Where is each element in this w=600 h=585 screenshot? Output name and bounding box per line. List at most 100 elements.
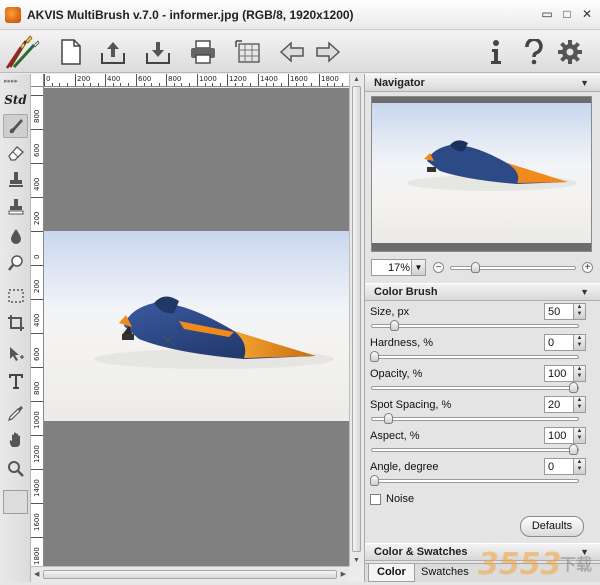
maximize-button[interactable]: □ <box>558 6 576 22</box>
ruler-minor-tick <box>52 83 53 86</box>
param-input[interactable]: 20 ▲ ▼ <box>544 396 586 413</box>
spinner-icon[interactable]: ▲ ▼ <box>573 304 585 319</box>
redo-button[interactable] <box>313 38 343 66</box>
tool-selection[interactable] <box>3 284 28 308</box>
navigator-header[interactable]: Navigator ▼ <box>365 74 600 92</box>
ruler-corner <box>31 74 44 87</box>
zoom-slider-thumb[interactable] <box>471 262 480 273</box>
ruler-label: 1600 <box>290 75 308 83</box>
spinner-icon[interactable]: ▲ ▼ <box>573 459 585 474</box>
noise-checkbox[interactable] <box>370 494 381 505</box>
horizontal-scrollbar[interactable]: ◀ ▶ <box>31 566 349 582</box>
ruler-tick <box>44 74 45 86</box>
tools-grip[interactable]: ▸▸▸▸ <box>4 77 18 85</box>
canvas-size-button[interactable] <box>233 38 263 66</box>
tool-eyedropper[interactable] <box>3 401 28 425</box>
scroll-left-icon[interactable]: ◀ <box>34 570 39 578</box>
param-input[interactable]: 100 ▲ ▼ <box>544 365 586 382</box>
save-file-button[interactable] <box>98 38 128 66</box>
defaults-button[interactable]: Defaults <box>520 516 584 537</box>
param-slider-track[interactable] <box>371 448 579 452</box>
chevron-down-icon[interactable]: ▼ <box>411 260 425 275</box>
param-value: 100 <box>548 368 567 380</box>
open-file-button[interactable] <box>56 38 86 66</box>
undo-button[interactable] <box>277 38 307 66</box>
ruler-minor-tick <box>242 83 243 86</box>
tool-smudge-brush[interactable] <box>3 251 28 275</box>
tab-swatches[interactable]: Swatches <box>413 564 477 582</box>
tool-brush[interactable] <box>3 114 28 138</box>
import-button[interactable] <box>143 38 173 66</box>
zoom-in-button[interactable]: + <box>582 262 593 273</box>
vertical-scrollbar[interactable]: ▲ ▼ <box>349 74 363 566</box>
ruler-tick <box>31 197 43 198</box>
tool-zoom[interactable] <box>3 457 28 481</box>
window-controls: ▭ □ ✕ <box>538 6 596 22</box>
param-input[interactable]: 0 ▲ ▼ <box>544 334 586 351</box>
scroll-up-icon[interactable]: ▲ <box>353 76 360 83</box>
minimize-button[interactable]: ▭ <box>538 6 556 22</box>
ruler-label: 1400 <box>33 479 41 497</box>
zoom-slider-track[interactable] <box>450 266 576 270</box>
tool-clone-stamp[interactable] <box>3 168 28 192</box>
help-button[interactable] <box>519 38 549 66</box>
ruler-tick <box>166 74 167 86</box>
close-button[interactable]: ✕ <box>578 6 596 22</box>
param-slider-thumb[interactable] <box>390 320 399 331</box>
tool-eraser[interactable] <box>3 141 28 165</box>
param-slider-track[interactable] <box>371 324 579 328</box>
param-slider-track[interactable] <box>371 355 579 359</box>
spinner-icon[interactable]: ▲ ▼ <box>573 397 585 412</box>
settings-button[interactable] <box>555 38 585 66</box>
spinner-icon[interactable]: ▲ ▼ <box>573 428 585 443</box>
tab-color[interactable]: Color <box>368 564 415 582</box>
zoom-controls: 17% ▼ − + <box>371 259 595 277</box>
param-slider-thumb[interactable] <box>569 444 578 455</box>
tool-text[interactable] <box>3 369 28 393</box>
collapse-icon[interactable]: ▼ <box>580 544 589 561</box>
param-slider-thumb[interactable] <box>370 351 379 362</box>
tool-blur-brush[interactable] <box>3 224 28 248</box>
horizontal-scroll-thumb[interactable] <box>43 570 337 579</box>
print-button[interactable] <box>188 38 218 66</box>
param-label: Spot Spacing, % <box>370 399 452 411</box>
tool-crop[interactable] <box>3 311 28 335</box>
param-slider-track[interactable] <box>371 386 579 390</box>
arrow-right-icon <box>316 41 341 63</box>
image-canvas[interactable] <box>44 88 349 566</box>
scroll-right-icon[interactable]: ▶ <box>341 570 346 578</box>
ruler-tick <box>288 74 289 86</box>
ruler-minor-tick <box>342 83 343 86</box>
scroll-down-icon[interactable]: ▼ <box>353 557 360 564</box>
param-input[interactable]: 0 ▲ ▼ <box>544 458 586 475</box>
collapse-icon[interactable]: ▼ <box>580 284 589 301</box>
ruler-label: 200 <box>33 279 41 293</box>
collapse-icon[interactable]: ▼ <box>580 75 589 92</box>
param-row: Spot Spacing, % 20 ▲ ▼ <box>370 395 594 426</box>
param-slider-track[interactable] <box>371 479 579 483</box>
color-swatches-header[interactable]: Color & Swatches ▼ <box>365 543 600 561</box>
tool-standard-mode[interactable]: Std <box>3 88 28 112</box>
color-brush-header[interactable]: Color Brush ▼ <box>365 283 600 301</box>
tool-move[interactable] <box>3 342 28 366</box>
info-button[interactable] <box>481 38 511 66</box>
ruler-label: 200 <box>77 75 91 83</box>
ruler-minor-tick <box>120 83 121 86</box>
color-swatch[interactable] <box>3 490 28 514</box>
spinner-icon[interactable]: ▲ ▼ <box>573 335 585 350</box>
param-slider-thumb[interactable] <box>569 382 578 393</box>
tool-chameleon-brush[interactable] <box>3 195 28 219</box>
ruler-minor-tick <box>174 83 175 86</box>
param-slider-thumb[interactable] <box>370 475 379 486</box>
param-slider-track[interactable] <box>371 417 579 421</box>
vertical-scroll-thumb[interactable] <box>352 86 361 552</box>
param-slider-thumb[interactable] <box>384 413 393 424</box>
zoom-out-button[interactable]: − <box>433 262 444 273</box>
tool-hand[interactable] <box>3 428 28 452</box>
param-value: 0 <box>548 337 555 349</box>
spinner-icon[interactable]: ▲ ▼ <box>573 366 585 381</box>
navigator-preview[interactable] <box>371 96 592 252</box>
param-input[interactable]: 100 ▲ ▼ <box>544 427 586 444</box>
param-input[interactable]: 50 ▲ ▼ <box>544 303 586 320</box>
zoom-select[interactable]: 17% ▼ <box>371 259 426 276</box>
